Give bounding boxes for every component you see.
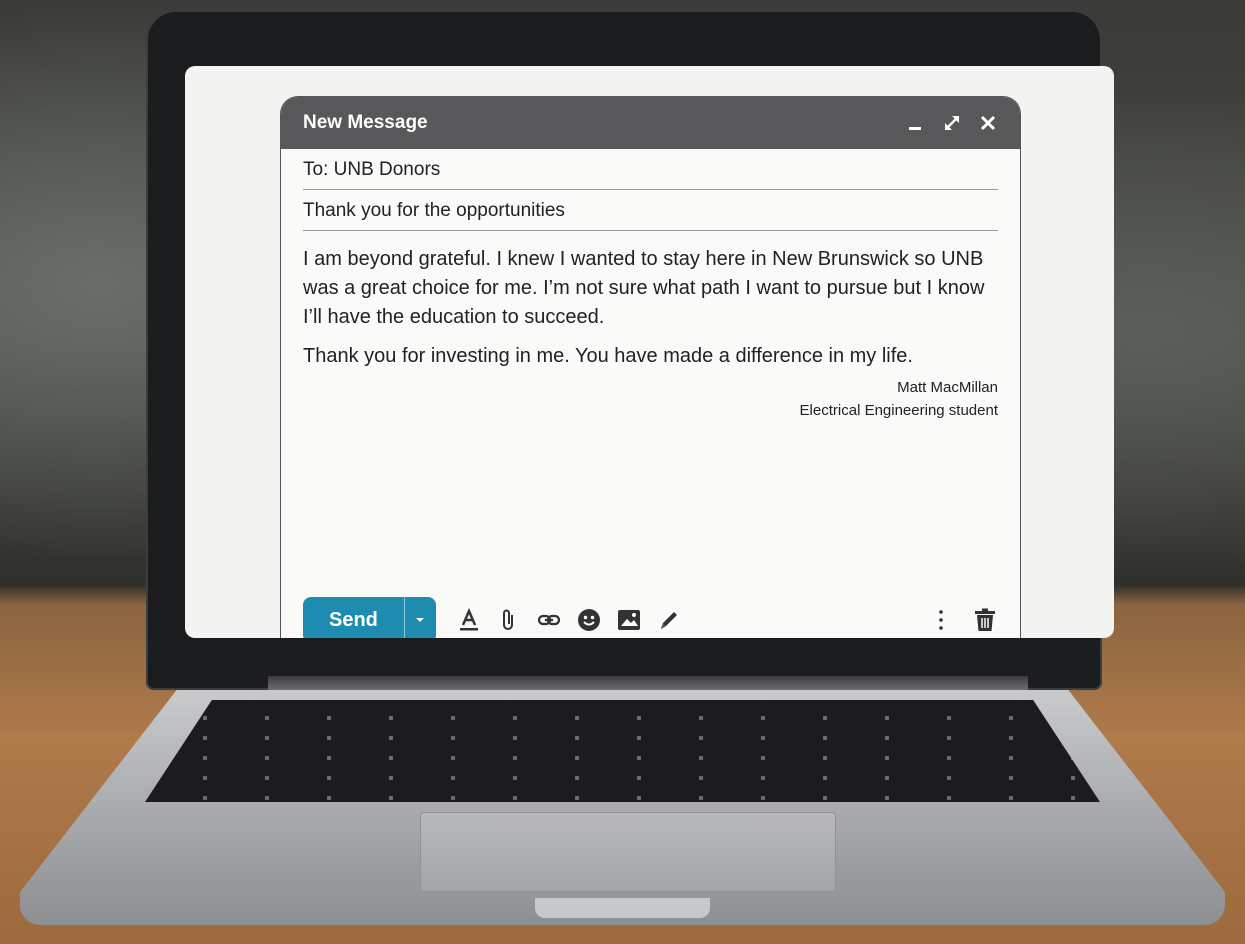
message-body[interactable]: I am beyond grateful. I knew I wanted to… (303, 231, 998, 422)
pen-icon[interactable] (656, 607, 682, 633)
laptop-notch (535, 898, 710, 918)
body-paragraph: I am beyond grateful. I knew I wanted to… (303, 248, 985, 328)
format-tools (456, 607, 682, 633)
compose-window: New Message To: UNB Donors Thank you for… (280, 96, 1021, 638)
format-text-icon[interactable] (456, 607, 482, 633)
more-vertical-icon[interactable] (928, 607, 954, 633)
emoji-icon[interactable] (576, 607, 602, 633)
close-icon[interactable] (978, 113, 998, 133)
trash-icon[interactable] (972, 607, 998, 633)
expand-icon[interactable] (942, 113, 962, 133)
subject-field[interactable]: Thank you for the opportunities (303, 190, 998, 231)
compose-toolbar: Send (303, 596, 998, 638)
link-icon[interactable] (536, 607, 562, 633)
signature-role: Electrical Engineering student (799, 401, 998, 419)
to-field[interactable]: To: UNB Donors (303, 149, 998, 190)
window-controls (906, 113, 998, 133)
compose-header: New Message (281, 97, 1020, 149)
laptop-keyboard (145, 700, 1100, 802)
compose-title: New Message (303, 112, 428, 133)
attach-icon[interactable] (496, 607, 522, 633)
minimize-icon[interactable] (906, 113, 926, 133)
signature: Matt MacMillan Electrical Engineering st… (303, 377, 998, 422)
image-icon[interactable] (616, 607, 642, 633)
signature-name: Matt MacMillan (897, 379, 998, 396)
laptop-trackpad (420, 812, 836, 892)
laptop-screen: New Message To: UNB Donors Thank you for… (185, 66, 1114, 638)
right-tools (928, 607, 998, 633)
send-group: Send (303, 597, 436, 638)
send-options-button[interactable] (403, 597, 436, 638)
body-paragraph: Thank you for investing in me. You have … (303, 345, 913, 367)
chevron-down-icon (416, 618, 425, 622)
send-button[interactable]: Send (303, 597, 404, 638)
